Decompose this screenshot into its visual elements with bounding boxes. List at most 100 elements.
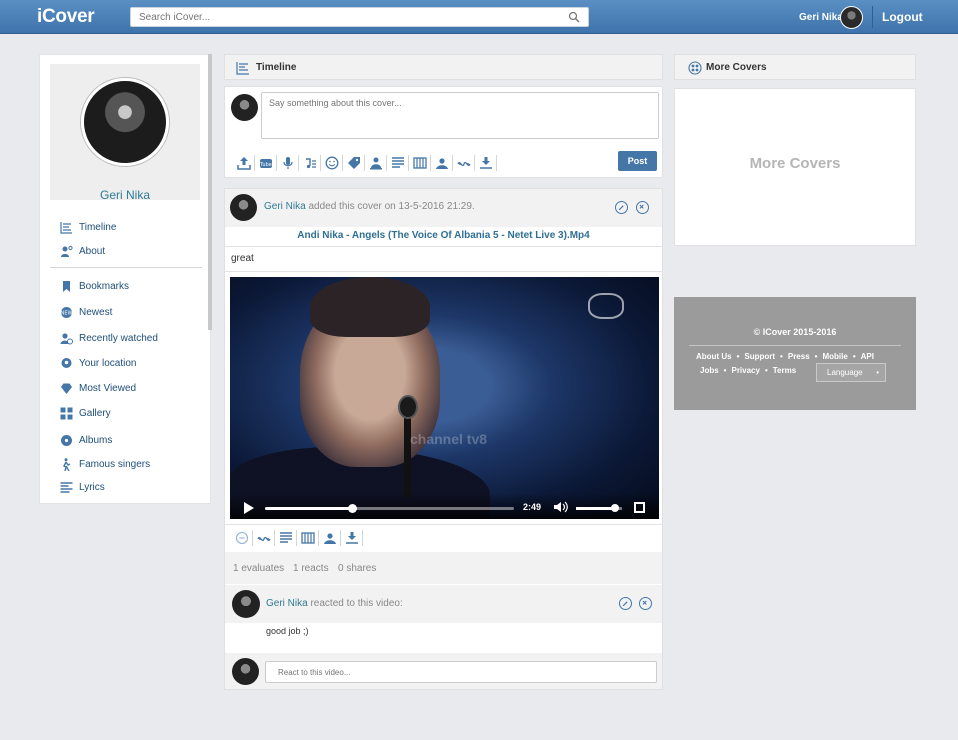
- download-icon: [479, 157, 492, 169]
- comment-author-avatar[interactable]: [232, 590, 260, 618]
- sidebar-item-newest[interactable]: NEW Newest: [60, 304, 112, 320]
- recent-icon: [60, 332, 73, 344]
- sidebar-item-albums[interactable]: Albums: [60, 432, 112, 448]
- download-tool[interactable]: [475, 155, 497, 171]
- piano-tool[interactable]: [409, 155, 431, 171]
- footer-link-api[interactable]: API: [861, 352, 874, 361]
- delete-post-button[interactable]: [636, 201, 649, 214]
- close-icon: [642, 600, 647, 605]
- sidebar-item-recently-watched[interactable]: Recently watched: [60, 330, 158, 346]
- video-microphone: [398, 395, 418, 419]
- composer-avatar[interactable]: [231, 94, 258, 121]
- reply-box: [225, 653, 662, 689]
- edit-post-button[interactable]: [615, 201, 628, 214]
- sidebar-item-gallery[interactable]: Gallery: [60, 405, 111, 421]
- footer-link-about-us[interactable]: About Us: [696, 352, 732, 361]
- upload-tool[interactable]: [233, 155, 255, 171]
- language-select[interactable]: Language •: [816, 363, 886, 382]
- tag-tool[interactable]: [343, 155, 365, 171]
- footer-link-terms[interactable]: Terms: [773, 366, 796, 375]
- video-watermark: channel tv8: [410, 431, 488, 447]
- comment-author-link[interactable]: Geri Nika: [266, 598, 308, 609]
- delete-comment-button[interactable]: [639, 597, 652, 610]
- download-icon: [345, 532, 358, 544]
- header-user-name[interactable]: Geri Nika: [799, 12, 843, 23]
- post-title-link[interactable]: Andi Nika - Angels (The Voice Of Albania…: [225, 230, 662, 241]
- wave-tool[interactable]: [453, 155, 475, 171]
- youtube-tool[interactable]: Tube: [255, 155, 277, 171]
- post-author-link[interactable]: Geri Nika: [264, 201, 306, 212]
- app-logo[interactable]: iCover: [37, 6, 95, 28]
- react-action[interactable]: [253, 530, 275, 546]
- post-stats: 1 evaluates 1 reacts 0 shares: [225, 552, 662, 584]
- sidebar-item-bookmarks[interactable]: Bookmarks: [60, 278, 129, 294]
- profile-avatar[interactable]: [81, 78, 169, 166]
- channel-logo-icon: [588, 293, 624, 319]
- location-icon: [61, 357, 72, 368]
- sidebar-item-label: Newest: [79, 306, 113, 318]
- sidebar-item-about[interactable]: About: [60, 243, 105, 259]
- microphone-icon: [282, 157, 293, 169]
- sidebar-item-timeline[interactable]: Timeline: [60, 219, 116, 235]
- header-avatar[interactable]: [840, 6, 863, 29]
- tag-icon: [347, 157, 360, 169]
- lyrics-tool[interactable]: [387, 155, 409, 171]
- audience-action[interactable]: [319, 530, 341, 546]
- reply-avatar[interactable]: [232, 658, 259, 685]
- lyrics-action[interactable]: [275, 530, 297, 546]
- play-icon[interactable]: [244, 502, 254, 514]
- sidebar-item-most-viewed[interactable]: Most Viewed: [60, 380, 136, 396]
- video-player[interactable]: channel tv8 2:49: [230, 277, 659, 519]
- volume-icon[interactable]: [553, 501, 569, 513]
- sidebar-item-your-location[interactable]: Your location: [60, 355, 136, 371]
- footer-link-press[interactable]: Press: [788, 352, 810, 361]
- post-author-avatar[interactable]: [230, 194, 257, 221]
- post-action-bar: [231, 528, 363, 548]
- footer-links-row1: About Us • Support • Press • Mobile • API: [696, 352, 874, 361]
- about-icon: [61, 245, 73, 257]
- composer-textarea[interactable]: [261, 92, 659, 139]
- sidebar-scrollbar[interactable]: [208, 54, 212, 330]
- video-progress-handle[interactable]: [348, 504, 358, 513]
- profile-name[interactable]: Geri Nika: [50, 188, 200, 202]
- post-divider: [225, 271, 662, 272]
- volume-handle[interactable]: [611, 504, 620, 512]
- shares-count[interactable]: 0 shares: [338, 563, 376, 574]
- footer-link-jobs[interactable]: Jobs: [700, 366, 719, 375]
- sidebar-item-lyrics[interactable]: Lyrics: [60, 479, 105, 495]
- evaluates-count[interactable]: 1 evaluates: [233, 563, 284, 574]
- singer-tool[interactable]: [365, 155, 387, 171]
- left-sidebar: Geri Nika Timeline About Bookmarks NEW N…: [39, 54, 211, 504]
- svg-text:NEW: NEW: [61, 310, 73, 316]
- search-input[interactable]: [131, 8, 551, 26]
- evaluate-action[interactable]: [231, 530, 253, 546]
- search-icon[interactable]: [568, 11, 580, 23]
- emoji-tool[interactable]: [321, 155, 343, 171]
- timeline-icon: [236, 62, 249, 75]
- footer-separator-dot: •: [723, 366, 727, 375]
- logout-button[interactable]: Logout: [882, 10, 923, 24]
- reply-input[interactable]: [265, 661, 657, 683]
- footer-link-privacy[interactable]: Privacy: [731, 366, 759, 375]
- audience-tool[interactable]: [431, 155, 453, 171]
- volume-slider[interactable]: [576, 504, 622, 512]
- search-box[interactable]: [130, 7, 589, 27]
- post-button[interactable]: Post: [618, 151, 657, 171]
- music-icon: [305, 158, 316, 169]
- edit-comment-button[interactable]: [619, 597, 632, 610]
- fullscreen-icon[interactable]: [634, 502, 645, 513]
- sidebar-item-famous-singers[interactable]: Famous singers: [60, 456, 150, 472]
- post-text: great: [231, 253, 254, 264]
- post-divider: [225, 524, 662, 525]
- mic-tool[interactable]: [277, 155, 299, 171]
- download-action[interactable]: [341, 530, 363, 546]
- piano-action[interactable]: [297, 530, 319, 546]
- music-tool[interactable]: [299, 155, 321, 171]
- sidebar-item-label: Timeline: [79, 221, 117, 233]
- footer-link-support[interactable]: Support: [744, 352, 775, 361]
- video-progress-bar[interactable]: [265, 504, 514, 513]
- sidebar-item-label: About: [79, 245, 106, 257]
- sidebar-divider: [50, 267, 202, 268]
- reacts-count[interactable]: 1 reacts: [293, 563, 329, 574]
- footer-link-mobile[interactable]: Mobile: [822, 352, 847, 361]
